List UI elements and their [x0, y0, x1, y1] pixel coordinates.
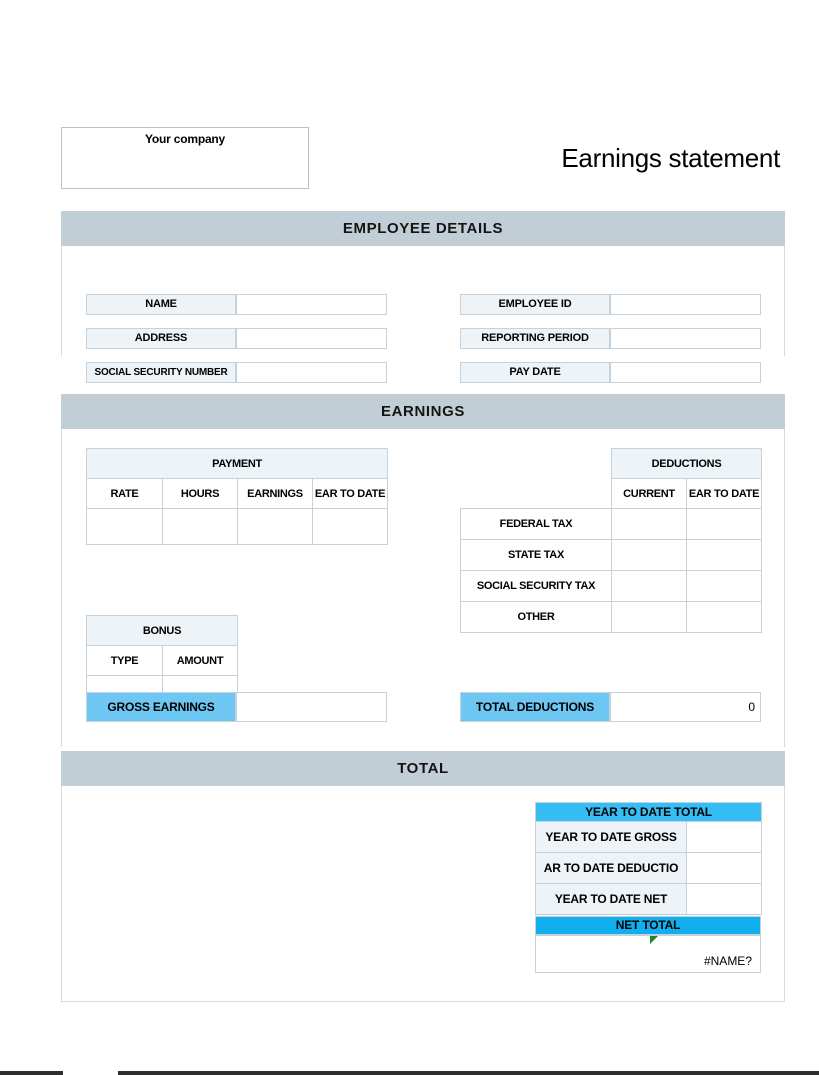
total-panel: YEAR TO DATE TOTAL YEAR TO DATE GROSS AR… — [61, 786, 785, 1002]
deductions-row-label-social-security-tax: SOCIAL SECURITY TAX — [460, 570, 612, 602]
ytd-label-deductions: AR TO DATE DEDUCTIO — [535, 852, 687, 884]
company-logo-box[interactable]: Your company — [61, 127, 309, 189]
field-value-social-security-number[interactable] — [236, 362, 387, 383]
deductions-cell-other-current[interactable] — [611, 601, 687, 633]
table-row: AR TO DATE DEDUCTIO — [535, 852, 763, 884]
gross-earnings-label: GROSS EARNINGS — [86, 692, 236, 722]
field-label-reporting-period: REPORTING PERIOD — [460, 328, 610, 349]
deductions-cell-social-security-tax-ytd[interactable] — [685, 570, 763, 602]
bonus-table-caption: BONUS — [85, 615, 239, 646]
ytd-value-net[interactable] — [685, 883, 763, 915]
bonus-col-amount: AMOUNT — [161, 645, 239, 676]
net-total-label: NET TOTAL — [535, 916, 761, 935]
ytd-label-gross: YEAR TO DATE GROSS — [535, 821, 687, 853]
section-header-employee-details: EMPLOYEE DETAILS — [61, 211, 785, 246]
field-value-reporting-period[interactable] — [610, 328, 761, 349]
table-row: STATE TAX — [460, 539, 763, 571]
field-value-pay-date[interactable] — [610, 362, 761, 383]
payment-table: PAYMENT RATE HOURS EARNINGS EAR TO DATE — [85, 448, 389, 545]
ytd-value-gross[interactable] — [685, 821, 763, 853]
statement-sheet: EMPLOYEE DETAILS NAME ADDRESS SOCIAL SEC… — [61, 211, 785, 1002]
total-deductions-row: TOTAL DEDUCTIONS 0 — [460, 692, 761, 722]
payment-table-caption: PAYMENT — [85, 448, 389, 479]
deductions-cell-social-security-tax-current[interactable] — [611, 570, 687, 602]
ytd-value-deductions[interactable] — [685, 852, 763, 884]
payment-col-hours: HOURS — [162, 478, 238, 509]
year-to-date-total-table: YEAR TO DATE TOTAL YEAR TO DATE GROSS AR… — [534, 802, 763, 915]
field-label-employee-id: EMPLOYEE ID — [460, 294, 610, 315]
net-total-value[interactable]: #NAME? — [535, 935, 761, 973]
deductions-cell-federal-tax-current[interactable] — [611, 508, 687, 540]
earnings-panel: PAYMENT RATE HOURS EARNINGS EAR TO DATE — [61, 429, 785, 747]
bottom-chrome-right — [118, 1071, 819, 1075]
field-value-address[interactable] — [236, 328, 387, 349]
deductions-cell-state-tax-ytd[interactable] — [685, 539, 763, 571]
deductions-spacer — [461, 479, 612, 509]
deductions-table-caption: DEDUCTIONS — [610, 448, 763, 479]
total-deductions-label: TOTAL DEDUCTIONS — [460, 692, 610, 722]
payment-cell-hours[interactable] — [162, 508, 238, 545]
table-row: YEAR TO DATE GROSS — [535, 821, 763, 853]
table-row: YEAR TO DATE NET — [535, 883, 763, 915]
deductions-table: DEDUCTIONS CURRENT EAR TO DATE FEDERAL T… — [460, 448, 763, 633]
deductions-row-label-federal-tax: FEDERAL TAX — [460, 508, 612, 540]
gross-earnings-value[interactable] — [236, 692, 387, 722]
ytd-label-net: YEAR TO DATE NET — [535, 883, 687, 915]
error-triangle-icon — [650, 936, 658, 944]
deductions-cell-state-tax-current[interactable] — [611, 539, 687, 571]
gross-earnings-row: GROSS EARNINGS — [86, 692, 387, 722]
table-row — [86, 508, 389, 545]
field-label-name: NAME — [86, 294, 236, 315]
payment-col-year-to-date: EAR TO DATE — [311, 478, 389, 509]
field-label-social-security-number: SOCIAL SECURITY NUMBER — [86, 362, 236, 383]
payment-cell-earnings[interactable] — [237, 508, 313, 545]
deductions-col-current: CURRENT — [611, 478, 687, 509]
section-header-earnings: EARNINGS — [61, 394, 785, 429]
page-title: Earnings statement — [561, 143, 780, 173]
table-row: SOCIAL SECURITY TAX — [460, 570, 763, 602]
field-label-address: ADDRESS — [86, 328, 236, 349]
field-value-employee-id[interactable] — [610, 294, 761, 315]
deductions-cell-federal-tax-ytd[interactable] — [685, 508, 763, 540]
payment-col-rate: RATE — [86, 478, 163, 509]
total-deductions-value[interactable]: 0 — [610, 692, 761, 722]
table-row: FEDERAL TAX — [460, 508, 763, 540]
payment-cell-year-to-date[interactable] — [311, 508, 389, 545]
deductions-spacer — [461, 449, 612, 479]
bottom-chrome-left — [0, 1071, 63, 1075]
deductions-row-label-other: OTHER — [460, 601, 612, 633]
bonus-col-type: TYPE — [86, 645, 163, 676]
field-value-name[interactable] — [236, 294, 387, 315]
employee-details-panel: NAME ADDRESS SOCIAL SECURITY NUMBER EMPL… — [61, 246, 785, 383]
payment-col-earnings: EARNINGS — [237, 478, 313, 509]
ytd-total-caption: YEAR TO DATE TOTAL — [534, 802, 763, 822]
table-row: OTHER — [460, 601, 763, 633]
deductions-cell-other-ytd[interactable] — [685, 601, 763, 633]
earnings-statement-page: Your company Earnings statement EMPLOYEE… — [0, 0, 819, 1075]
field-label-pay-date: PAY DATE — [460, 362, 610, 383]
company-name: Your company — [144, 132, 226, 146]
deductions-col-year-to-date: EAR TO DATE — [685, 478, 763, 509]
payment-cell-rate[interactable] — [86, 508, 163, 545]
section-header-total: TOTAL — [61, 751, 785, 786]
deductions-row-label-state-tax: STATE TAX — [460, 539, 612, 571]
